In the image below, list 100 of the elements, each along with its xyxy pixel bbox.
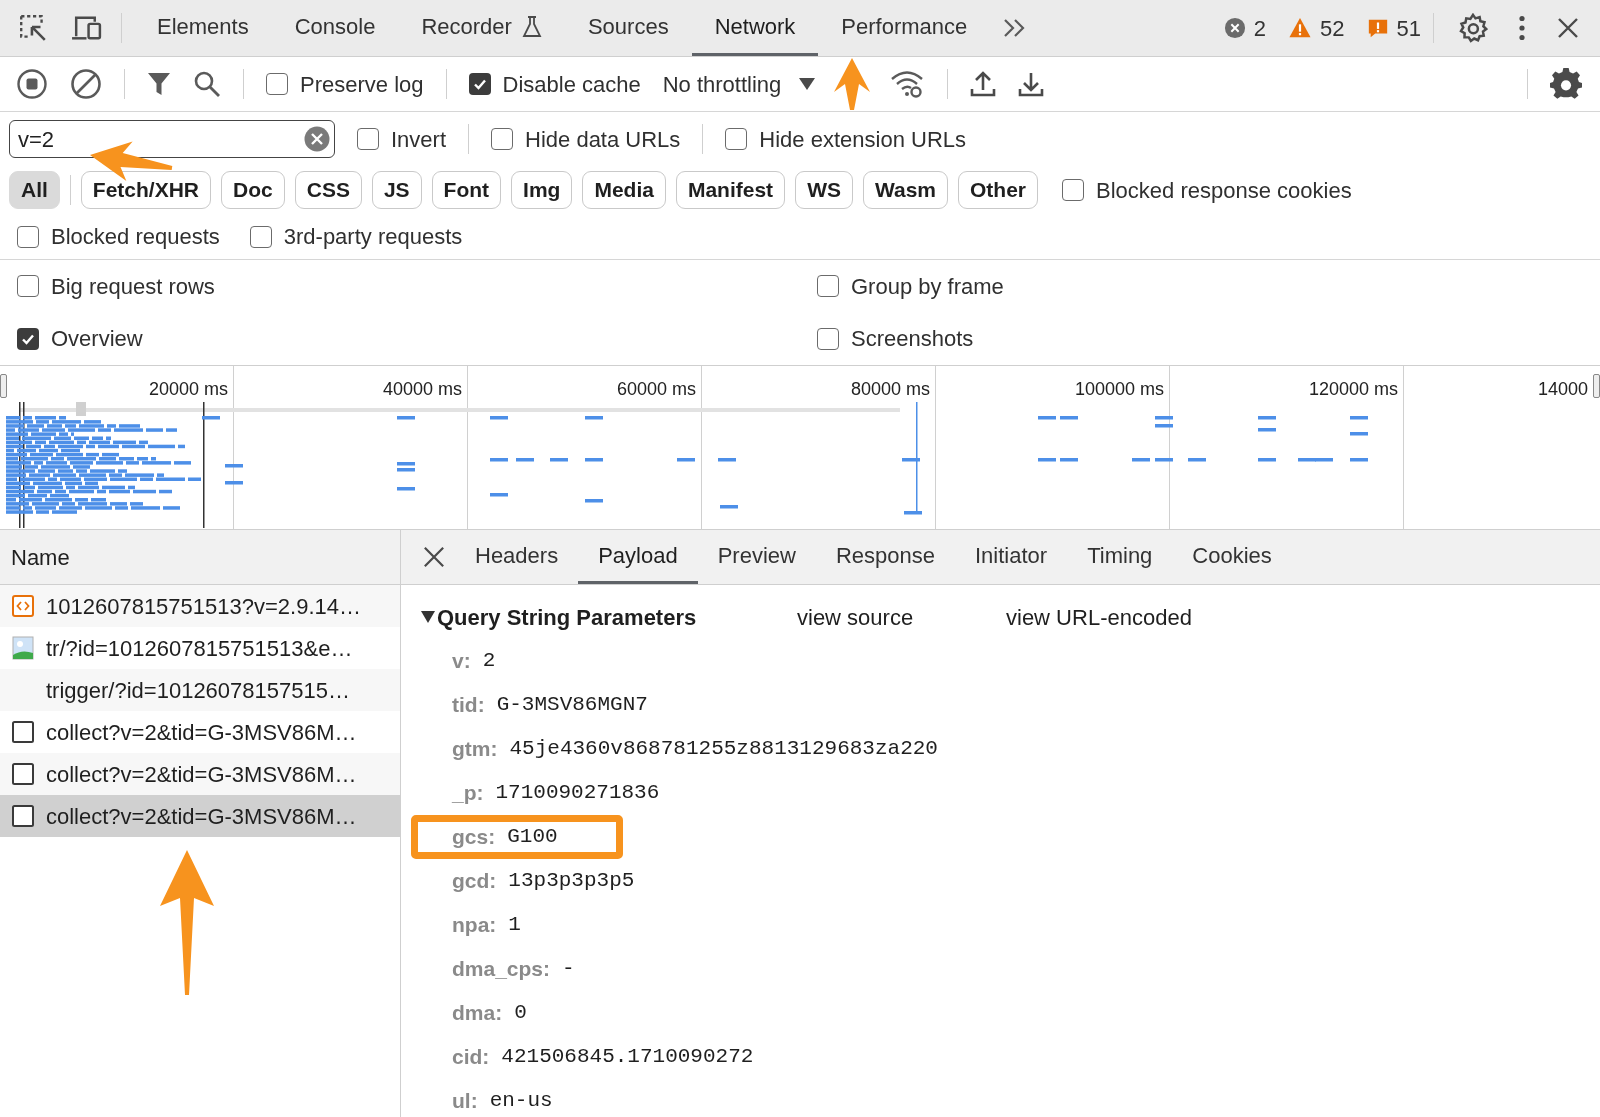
document-icon <box>12 763 34 785</box>
checkbox-label: Screenshots <box>851 325 974 354</box>
param-key: v: <box>452 645 471 677</box>
settings-icon[interactable] <box>1458 13 1488 43</box>
checkbox[interactable] <box>357 128 379 150</box>
image-icon <box>12 636 34 660</box>
view-link[interactable]: view URL-encoded <box>1006 600 1192 634</box>
flask-icon <box>521 14 542 39</box>
type-filter-chip[interactable]: Manifest <box>675 171 786 209</box>
clear-input-icon[interactable] <box>304 126 330 152</box>
range-handle[interactable] <box>1593 374 1600 398</box>
checkbox-label: 3rd-party requests <box>283 223 463 251</box>
checkbox[interactable] <box>17 327 39 350</box>
checkbox[interactable] <box>249 225 272 248</box>
detail-tab[interactable]: Initiator <box>955 530 1068 584</box>
close-icon[interactable] <box>1556 16 1580 40</box>
error-icon <box>1223 17 1246 39</box>
type-filter-chip[interactable]: WS <box>795 171 853 209</box>
request-row[interactable]: collect?v=2&tid=G-3MSV86M… <box>0 795 400 837</box>
column-header[interactable]: Name <box>11 540 70 574</box>
param-value: 421506845.1710090272 <box>501 1044 754 1071</box>
checkbox[interactable] <box>17 275 39 298</box>
param-value: G100 <box>507 824 558 851</box>
checkbox-label: Blocked response cookies <box>1096 176 1352 205</box>
settings-icon[interactable] <box>1550 68 1582 100</box>
clear-icon[interactable] <box>70 68 102 100</box>
detail-tab[interactable]: Timing <box>1067 530 1173 584</box>
throttling-dropdown[interactable]: No throttling <box>662 67 816 101</box>
param-value: 2 <box>482 648 496 675</box>
range-handle[interactable] <box>0 374 7 398</box>
script-icon <box>12 595 34 617</box>
detail-tab[interactable]: Payload <box>578 530 698 584</box>
view-link[interactable]: view source <box>797 600 1006 634</box>
panel-tab[interactable]: Recorder <box>398 0 565 56</box>
timeline-tick-label: 100000 ms <box>1074 378 1164 400</box>
more-options-icon[interactable] <box>1518 15 1526 41</box>
type-filter-chip[interactable]: CSS <box>294 171 362 209</box>
inspect-element-icon[interactable] <box>18 13 48 43</box>
panel-tab[interactable]: Network <box>691 0 819 56</box>
request-row[interactable]: trigger/?id=10126078157515… <box>0 669 400 711</box>
request-row[interactable]: collect?v=2&tid=G-3MSV86M… <box>0 753 400 795</box>
issue-count[interactable]: 52 <box>1320 11 1345 45</box>
timeline-tick-label: 20000 ms <box>148 378 228 400</box>
close-icon[interactable] <box>423 546 445 568</box>
filter-icon[interactable] <box>147 71 171 97</box>
upload-icon[interactable] <box>970 70 997 98</box>
checkbox[interactable] <box>266 73 288 95</box>
param-key: tid: <box>452 689 485 721</box>
document-icon <box>12 805 34 827</box>
timeline-tick-label: 60000 ms <box>616 378 696 400</box>
checkbox[interactable] <box>1062 179 1085 201</box>
param-key: dma_cps: <box>452 953 551 985</box>
device-toolbar-icon[interactable] <box>70 13 103 43</box>
type-filter-chip[interactable]: Media <box>582 171 666 209</box>
section-title[interactable]: Query String Parameters <box>437 600 797 634</box>
type-filter-chip[interactable]: All <box>9 171 60 209</box>
checkbox-label: Hide extension URLs <box>759 125 966 154</box>
document-icon <box>12 721 34 743</box>
expand-triangle-icon[interactable] <box>421 611 435 623</box>
panel-tab[interactable]: Performance <box>818 0 991 56</box>
checkbox-label: Overview <box>51 325 143 354</box>
timeline-tick-label: 14000 <box>1537 378 1588 400</box>
checkbox-label: Invert <box>391 125 447 154</box>
param-value: 1710090271836 <box>495 780 660 807</box>
param-value: 0 <box>514 1000 527 1027</box>
request-row[interactable]: 1012607815751513?v=2.9.14… <box>0 585 400 627</box>
param-key: _p: <box>452 777 484 809</box>
detail-tab[interactable]: Response <box>815 530 955 584</box>
detail-tab[interactable]: Preview <box>697 530 816 584</box>
panel-tab[interactable]: Sources <box>564 0 692 56</box>
type-filter-chip[interactable]: Fetch/XHR <box>80 171 212 209</box>
checkbox[interactable] <box>817 275 839 298</box>
checkbox[interactable] <box>725 128 748 150</box>
type-filter-chip[interactable]: Other <box>958 171 1039 209</box>
search-icon[interactable] <box>193 70 221 98</box>
param-key: gcs: <box>452 821 496 853</box>
checkbox[interactable] <box>17 225 39 248</box>
type-filter-chip[interactable]: Doc <box>221 171 285 209</box>
panel-tab[interactable]: Console <box>271 0 399 56</box>
param-key: gtm: <box>452 733 498 765</box>
checkbox[interactable] <box>468 73 491 95</box>
detail-tab[interactable]: Cookies <box>1172 530 1292 584</box>
param-key: npa: <box>452 909 497 941</box>
detail-tab[interactable]: Headers <box>455 530 579 584</box>
stop-recording-icon[interactable] <box>16 68 48 100</box>
checkbox[interactable] <box>817 327 839 350</box>
type-filter-chip[interactable]: Wasm <box>862 171 949 209</box>
param-key: ul: <box>452 1085 478 1117</box>
panel-tab[interactable]: Elements <box>134 0 272 56</box>
download-icon[interactable] <box>1018 70 1045 98</box>
checkbox-label: Blocked requests <box>51 223 220 251</box>
type-filter-chip[interactable]: Img <box>511 171 573 209</box>
param-value: 45je4360v868781255z8813129683za220 <box>509 736 938 763</box>
type-filter-chip[interactable]: Font <box>431 171 502 209</box>
warning-icon <box>1288 17 1313 39</box>
checkbox-label: Big request rows <box>51 272 215 301</box>
issue-count[interactable]: 2 <box>1253 11 1267 45</box>
type-filter-chip[interactable]: JS <box>371 171 422 209</box>
checkbox[interactable] <box>491 128 514 150</box>
issue-count[interactable]: 51 <box>1396 11 1421 45</box>
